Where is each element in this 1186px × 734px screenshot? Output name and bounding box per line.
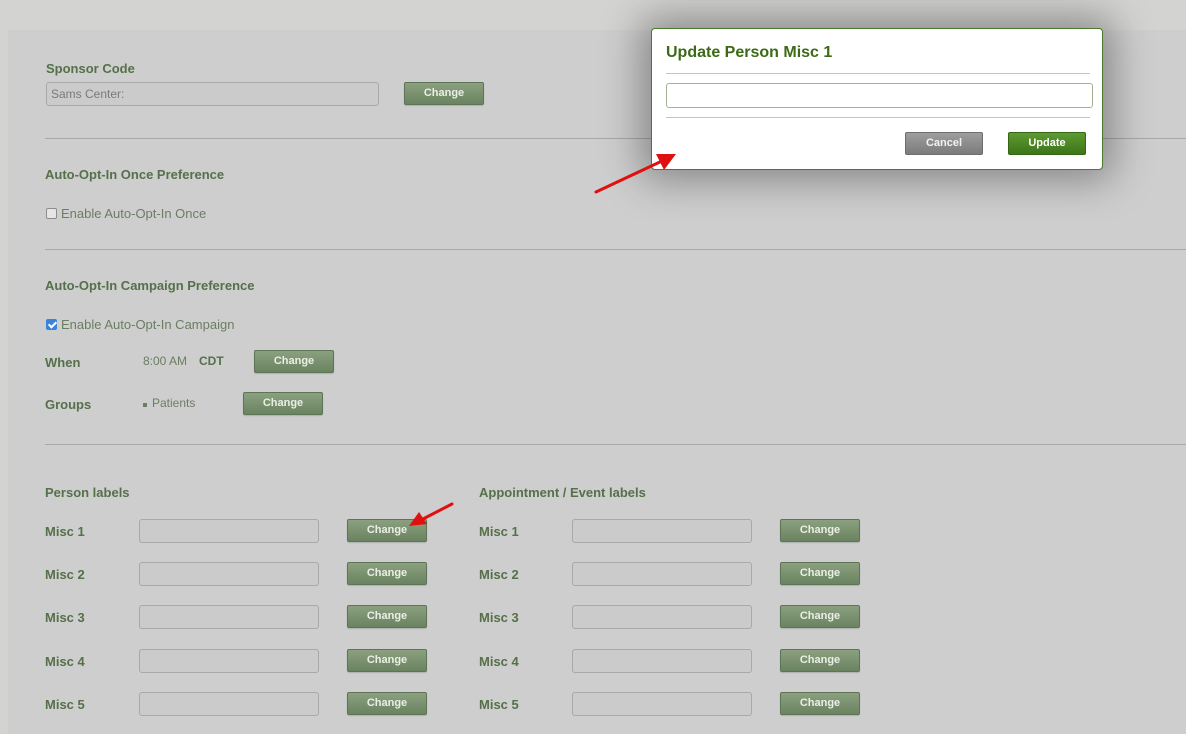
auto-campaign-title: Auto-Opt-In Campaign Preference	[45, 278, 255, 293]
auto-once-checkbox-label: Enable Auto-Opt-In Once	[61, 206, 207, 221]
when-timezone: CDT	[199, 354, 224, 368]
person-misc-change-button[interactable]: Change	[347, 562, 427, 585]
person-misc-label: Misc 1	[45, 524, 85, 539]
dialog-title: Update Person Misc 1	[666, 44, 833, 61]
person-misc-input[interactable]	[139, 649, 319, 673]
event-misc-input[interactable]	[572, 692, 752, 716]
person-misc-change-button[interactable]: Change	[347, 692, 427, 715]
event-misc-input[interactable]	[572, 519, 752, 543]
person-misc-label: Misc 3	[45, 610, 85, 625]
event-misc-input[interactable]	[572, 605, 752, 629]
person-misc-input[interactable]	[139, 562, 319, 586]
person-misc-input[interactable]	[139, 605, 319, 629]
dialog-divider	[666, 117, 1090, 118]
auto-campaign-checkbox-label: Enable Auto-Opt-In Campaign	[61, 317, 235, 332]
annotation-arrow-icon	[409, 502, 454, 526]
dialog-cancel-button[interactable]: Cancel	[905, 132, 983, 155]
event-misc-change-button[interactable]: Change	[780, 519, 860, 542]
event-misc-label: Misc 2	[479, 567, 519, 582]
person-misc-change-button[interactable]: Change	[347, 649, 427, 672]
person-misc-input[interactable]	[139, 692, 319, 716]
groups-value: Patients	[152, 396, 196, 410]
event-labels-title: Appointment / Event labels	[479, 485, 646, 500]
when-label: When	[45, 355, 81, 370]
event-misc-change-button[interactable]: Change	[780, 692, 860, 715]
bullet-icon	[143, 403, 147, 407]
sponsor-code-title: Sponsor Code	[46, 61, 135, 76]
when-time: 8:00 AM	[143, 354, 188, 368]
dialog-update-button[interactable]: Update	[1008, 132, 1086, 155]
auto-campaign-checkbox[interactable]	[46, 319, 57, 330]
event-misc-label: Misc 5	[479, 697, 519, 712]
divider	[45, 249, 1186, 250]
auto-once-checkbox[interactable]	[46, 208, 57, 219]
update-person-misc-dialog: Update Person Misc 1 Cancel Update	[651, 28, 1103, 170]
groups-label: Groups	[45, 397, 92, 412]
divider	[45, 444, 1186, 445]
when-change-button[interactable]: Change	[254, 350, 334, 373]
event-misc-change-button[interactable]: Change	[780, 562, 860, 585]
dialog-divider	[666, 73, 1090, 74]
person-labels-title: Person labels	[45, 485, 130, 500]
event-misc-label: Misc 1	[479, 524, 519, 539]
event-misc-label: Misc 3	[479, 610, 519, 625]
annotation-arrow-icon	[594, 154, 676, 194]
event-misc-change-button[interactable]: Change	[780, 605, 860, 628]
person-misc-label: Misc 4	[45, 654, 85, 669]
person-misc-input[interactable]	[139, 519, 319, 543]
event-misc-input[interactable]	[572, 649, 752, 673]
person-misc-change-button[interactable]: Change	[347, 605, 427, 628]
event-misc-input[interactable]	[572, 562, 752, 586]
groups-change-button[interactable]: Change	[243, 392, 323, 415]
event-misc-change-button[interactable]: Change	[780, 649, 860, 672]
event-misc-label: Misc 4	[479, 654, 519, 669]
dialog-misc-input[interactable]	[666, 83, 1093, 108]
sponsor-code-input[interactable]: Sams Center:	[46, 82, 379, 106]
person-misc-label: Misc 2	[45, 567, 85, 582]
person-misc-label: Misc 5	[45, 697, 85, 712]
sponsor-change-button[interactable]: Change	[404, 82, 484, 105]
auto-once-title: Auto-Opt-In Once Preference	[45, 167, 225, 182]
